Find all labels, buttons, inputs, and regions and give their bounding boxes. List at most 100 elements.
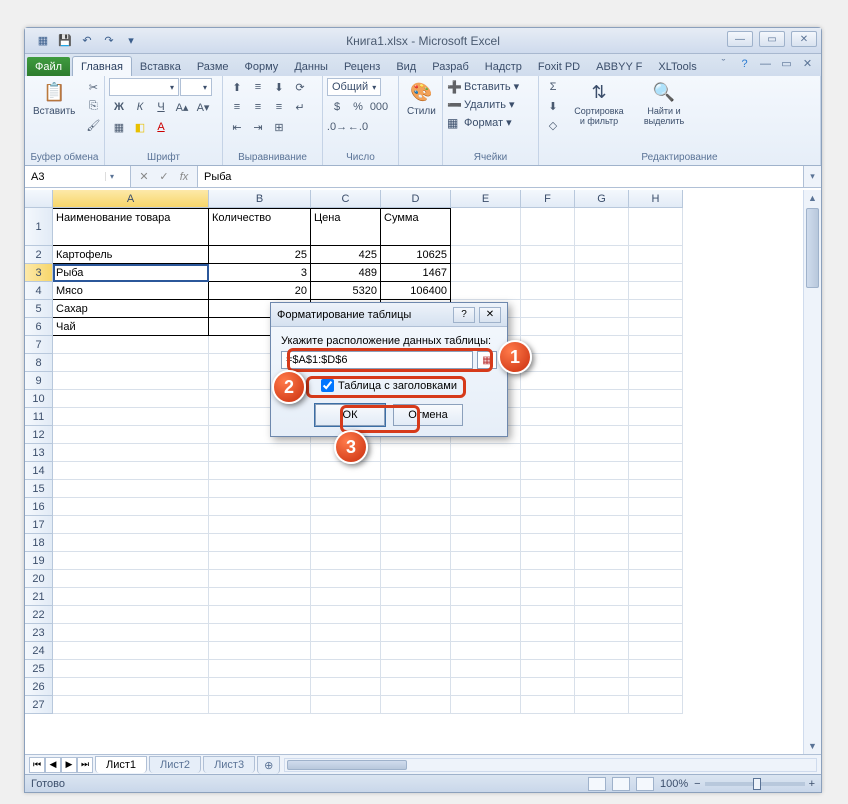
cell-G27[interactable] [575, 696, 629, 714]
column-header-F[interactable]: F [521, 190, 575, 208]
cell-A25[interactable] [53, 660, 209, 678]
cell-F1[interactable] [521, 208, 575, 246]
cell-E1[interactable] [451, 208, 521, 246]
cell-H7[interactable] [629, 336, 683, 354]
format-painter-icon[interactable]: 🖌 [83, 116, 103, 134]
align-center-icon[interactable]: ≡ [248, 98, 268, 116]
cell-A7[interactable] [53, 336, 209, 354]
column-header-A[interactable]: A [53, 190, 209, 208]
cell-H25[interactable] [629, 660, 683, 678]
tab-view[interactable]: Вид [388, 57, 424, 76]
cell-E23[interactable] [451, 624, 521, 642]
cell-B26[interactable] [209, 678, 311, 696]
cell-B14[interactable] [209, 462, 311, 480]
cell-A11[interactable] [53, 408, 209, 426]
cell-C25[interactable] [311, 660, 381, 678]
cell-G4[interactable] [575, 282, 629, 300]
cell-A14[interactable] [53, 462, 209, 480]
cell-A8[interactable] [53, 354, 209, 372]
cell-F5[interactable] [521, 300, 575, 318]
cancel-formula-icon[interactable]: ✕ [135, 170, 153, 183]
cell-H9[interactable] [629, 372, 683, 390]
tab-dev[interactable]: Разраб [424, 57, 477, 76]
cell-F17[interactable] [521, 516, 575, 534]
cell-G20[interactable] [575, 570, 629, 588]
cell-C26[interactable] [311, 678, 381, 696]
cell-B24[interactable] [209, 642, 311, 660]
cell-D16[interactable] [381, 498, 451, 516]
minimize-button[interactable]: — [727, 31, 753, 47]
range-picker-icon[interactable]: ▦ [477, 351, 497, 369]
cell-H27[interactable] [629, 696, 683, 714]
cell-G19[interactable] [575, 552, 629, 570]
align-left-icon[interactable]: ≡ [227, 98, 247, 116]
zoom-thumb[interactable] [753, 778, 761, 790]
cell-F3[interactable] [521, 264, 575, 282]
cell-C16[interactable] [311, 498, 381, 516]
cell-H19[interactable] [629, 552, 683, 570]
cell-B19[interactable] [209, 552, 311, 570]
cell-H23[interactable] [629, 624, 683, 642]
cell-F12[interactable] [521, 426, 575, 444]
cell-C1[interactable]: Цена [311, 208, 381, 246]
tab-insert[interactable]: Вставка [132, 57, 189, 76]
cell-D19[interactable] [381, 552, 451, 570]
cell-A2[interactable]: Картофель [53, 246, 209, 264]
cell-C27[interactable] [311, 696, 381, 714]
cell-D23[interactable] [381, 624, 451, 642]
cell-A6[interactable]: Чай [53, 318, 209, 336]
tab-data[interactable]: Данны [286, 57, 336, 76]
cell-A20[interactable] [53, 570, 209, 588]
cells-format-button[interactable]: ▦Формат ▾ [447, 114, 512, 131]
cell-G18[interactable] [575, 534, 629, 552]
cell-F10[interactable] [521, 390, 575, 408]
formula-bar-expand-icon[interactable]: ▾ [803, 166, 821, 187]
cell-E13[interactable] [451, 444, 521, 462]
cell-B13[interactable] [209, 444, 311, 462]
cell-C22[interactable] [311, 606, 381, 624]
qat-more-icon[interactable]: ▾ [121, 31, 141, 51]
cell-A1[interactable]: Наименование товара [53, 208, 209, 246]
cell-E17[interactable] [451, 516, 521, 534]
cell-B16[interactable] [209, 498, 311, 516]
decrease-indent-icon[interactable]: ⇤ [227, 118, 247, 136]
cell-F13[interactable] [521, 444, 575, 462]
column-header-B[interactable]: B [209, 190, 311, 208]
align-top-icon[interactable]: ⬆ [227, 78, 247, 96]
cell-F24[interactable] [521, 642, 575, 660]
cell-B21[interactable] [209, 588, 311, 606]
cell-G1[interactable] [575, 208, 629, 246]
row-header-14[interactable]: 14 [25, 462, 53, 480]
row-header-1[interactable]: 1 [25, 208, 53, 246]
row-header-23[interactable]: 23 [25, 624, 53, 642]
formula-input[interactable] [198, 166, 803, 187]
row-header-3[interactable]: 3 [25, 264, 53, 282]
cell-A13[interactable] [53, 444, 209, 462]
tab-addins[interactable]: Надстр [477, 57, 530, 76]
cell-D4[interactable]: 106400 [381, 282, 451, 300]
cell-G23[interactable] [575, 624, 629, 642]
sheet-nav-first-icon[interactable]: ⏮ [29, 757, 45, 773]
row-header-18[interactable]: 18 [25, 534, 53, 552]
find-select-button[interactable]: 🔍Найти и выделить [635, 78, 693, 128]
cell-E26[interactable] [451, 678, 521, 696]
tab-file[interactable]: Файл [27, 57, 70, 76]
hscroll-thumb[interactable] [287, 760, 407, 770]
cell-D14[interactable] [381, 462, 451, 480]
cell-D13[interactable] [381, 444, 451, 462]
view-normal-icon[interactable] [588, 777, 606, 791]
cell-D22[interactable] [381, 606, 451, 624]
cell-H22[interactable] [629, 606, 683, 624]
tab-home[interactable]: Главная [72, 56, 132, 76]
scroll-up-icon[interactable]: ▲ [804, 190, 821, 206]
cell-H26[interactable] [629, 678, 683, 696]
comma-icon[interactable]: 000 [369, 98, 389, 116]
cell-G7[interactable] [575, 336, 629, 354]
column-header-G[interactable]: G [575, 190, 629, 208]
row-header-4[interactable]: 4 [25, 282, 53, 300]
paste-button[interactable]: 📋 Вставить [29, 78, 79, 119]
cell-D20[interactable] [381, 570, 451, 588]
cell-G24[interactable] [575, 642, 629, 660]
cell-G10[interactable] [575, 390, 629, 408]
cell-G2[interactable] [575, 246, 629, 264]
